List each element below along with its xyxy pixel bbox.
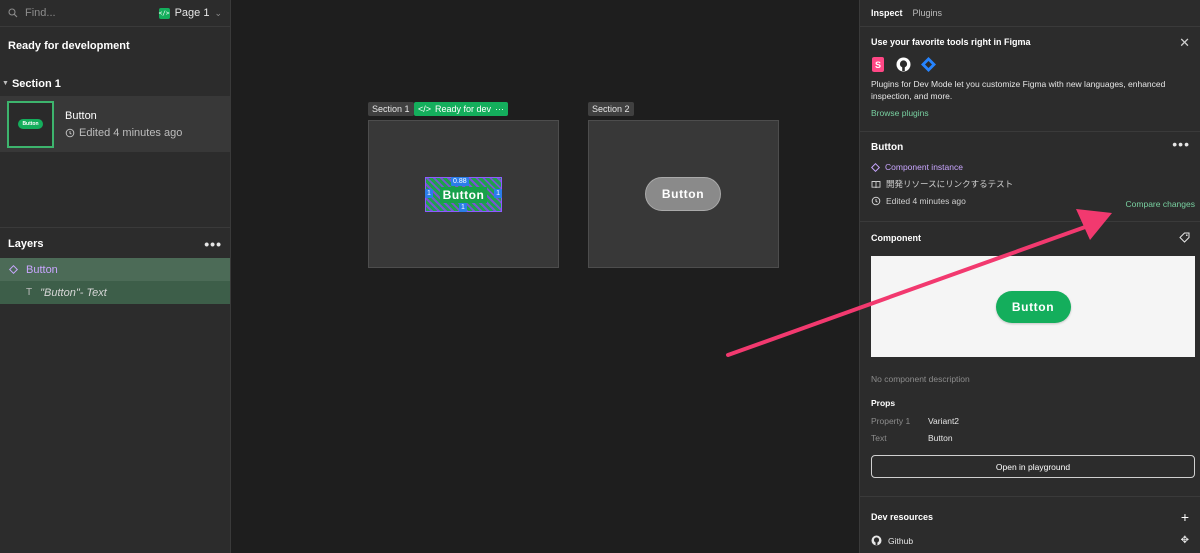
layers-title: Layers	[8, 237, 44, 250]
promo-title: Use your favorite tools right in Figma	[871, 37, 1031, 47]
selected-button-instance[interactable]: Button 0.88 1 1 1	[425, 177, 502, 212]
chevron-down-icon: ⌄	[214, 7, 222, 18]
more-icon: ···	[495, 104, 505, 114]
add-icon[interactable]: +	[1181, 509, 1189, 525]
book-icon	[871, 180, 881, 188]
code-icon: </>	[418, 104, 432, 114]
item-name: Button	[65, 109, 97, 122]
item-edited-text: Edited 4 minutes ago	[79, 126, 183, 139]
promo-icons: S	[871, 57, 1189, 72]
prop-row: Text Button	[871, 433, 953, 443]
dev-resource-item[interactable]: Github ✥	[871, 535, 1189, 546]
jira-icon[interactable]	[921, 57, 936, 72]
component-preview: Button	[871, 256, 1195, 357]
section-row[interactable]: ▼ Section 1	[0, 71, 230, 96]
button-label: Button	[439, 186, 488, 203]
instance-edited-text: Edited 4 minutes ago	[886, 196, 966, 206]
prop-value: Button	[928, 433, 953, 443]
component-instance-icon	[871, 162, 880, 172]
spacing-top-badge: 0.88	[451, 177, 469, 186]
dev-resources-title: Dev resources	[871, 512, 934, 522]
search-input[interactable]	[25, 7, 125, 19]
prop-row: Property 1 Variant2	[871, 416, 959, 426]
component-instance-icon	[9, 265, 18, 274]
spacing-right-badge: 1	[494, 189, 502, 198]
spacing-left-badge: 1	[425, 189, 433, 198]
tab-inspect[interactable]: Inspect	[871, 8, 903, 18]
gray-button[interactable]: Button	[645, 177, 721, 211]
inspect-tabs: Inspect Plugins	[860, 0, 1200, 27]
plugins-promo: Use your favorite tools right in Figma ✕…	[860, 27, 1200, 132]
canvas[interactable]: Section 1 </> Ready for dev ··· Button 0…	[231, 0, 859, 553]
search-field[interactable]	[8, 7, 159, 19]
ready-for-dev-tag[interactable]: </> Ready for dev ···	[414, 102, 509, 116]
more-options-icon[interactable]: •••	[1172, 137, 1190, 151]
layer-row-text[interactable]: T "Button"- Text	[0, 281, 230, 304]
open-playground-button[interactable]: Open in playground	[871, 455, 1195, 478]
section-2-frame[interactable]: Button	[588, 120, 779, 268]
instance-title: Button	[871, 142, 904, 153]
left-panel: </> Page 1 ⌄ Ready for development ▼ Sec…	[0, 0, 231, 553]
layer-row-button[interactable]: Button	[0, 258, 230, 281]
history-icon	[65, 128, 75, 137]
preview-button: Button	[995, 290, 1071, 323]
layer-label: "Button"- Text	[40, 286, 107, 299]
github-icon[interactable]	[896, 57, 911, 72]
right-panel: Inspect Plugins Use your favorite tools …	[859, 0, 1200, 553]
more-options-icon[interactable]: •••	[204, 237, 222, 251]
prop-value: Variant2	[928, 416, 960, 426]
component-instance-label: Component instance	[885, 162, 963, 172]
ready-item-card[interactable]: Button Button Edited 4 minutes ago	[0, 96, 230, 152]
layer-label: Button	[26, 263, 58, 276]
ready-tag-label: Ready for dev	[435, 104, 492, 114]
caret-down-icon: ▼	[2, 80, 9, 87]
history-icon	[871, 196, 881, 206]
tab-plugins[interactable]: Plugins	[913, 8, 943, 18]
thumbnail-button: Button	[18, 119, 43, 129]
browse-plugins-link[interactable]: Browse plugins	[871, 108, 1189, 118]
text-icon: T	[26, 287, 33, 298]
item-thumbnail: Button	[7, 100, 54, 148]
props-title: Props	[871, 398, 896, 408]
tag-icon[interactable]	[1179, 232, 1190, 243]
close-icon[interactable]: ✕	[1179, 35, 1190, 51]
doc-link-row[interactable]: 開発リソースにリンクするテスト	[871, 178, 1189, 190]
dev-mode-icon: </>	[158, 7, 170, 19]
prop-key: Property 1	[871, 416, 911, 426]
drag-handle-icon[interactable]: ✥	[1181, 535, 1189, 546]
github-icon	[871, 535, 882, 546]
dev-resources-section: Dev resources + Github ✥	[860, 496, 1200, 553]
prop-key: Text	[871, 433, 887, 443]
item-meta: Button Edited 4 minutes ago	[65, 110, 182, 139]
dev-resource-label: Github	[888, 535, 914, 546]
svg-text:S: S	[875, 60, 881, 70]
component-instance-row[interactable]: Component instance	[871, 162, 1189, 172]
item-edited: Edited 4 minutes ago	[65, 127, 182, 139]
section-label: Section 1	[11, 77, 61, 90]
section-1-label[interactable]: Section 1	[368, 102, 414, 116]
ready-for-dev-heading: Ready for development	[8, 40, 130, 52]
layers-header: Layers •••	[0, 227, 230, 259]
left-topbar: </> Page 1 ⌄	[0, 0, 230, 27]
spacing-bottom-badge: 1	[459, 203, 467, 212]
storybook-icon[interactable]: S	[871, 57, 886, 72]
section-1-frame[interactable]: Button 0.88 1 1 1	[368, 120, 559, 268]
page-selector-label: Page 1	[174, 7, 210, 19]
no-description-text: No component description	[871, 374, 970, 384]
component-title: Component	[871, 232, 921, 243]
dev-resources-header: Dev resources +	[871, 509, 1189, 525]
compare-changes-link[interactable]: Compare changes	[1126, 199, 1195, 209]
page-selector[interactable]: </> Page 1 ⌄	[158, 7, 222, 19]
section-2-label[interactable]: Section 2	[588, 102, 634, 116]
doc-link-label: 開発リソースにリンクするテスト	[886, 179, 1014, 189]
search-icon	[8, 8, 18, 18]
component-header: Component	[871, 232, 1190, 243]
dev-resource-left: Github	[871, 535, 913, 546]
promo-description: Plugins for Dev Mode let you customize F…	[871, 79, 1166, 101]
